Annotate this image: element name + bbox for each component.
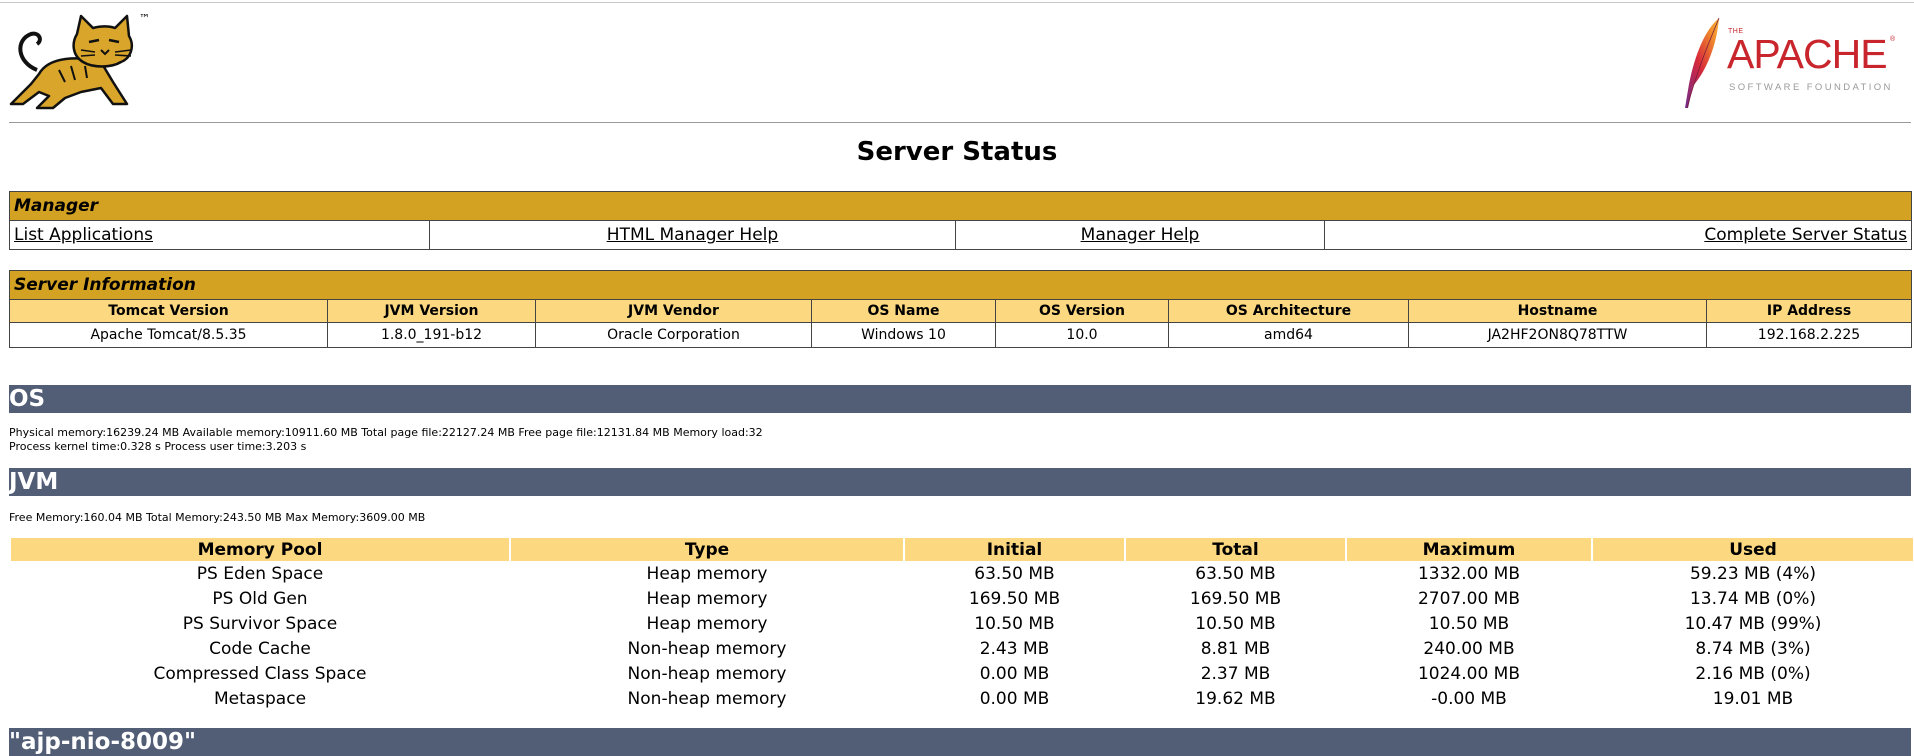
column-header: Memory Pool (11, 538, 509, 561)
memory-type: Heap memory (646, 613, 768, 634)
table-row: PS Eden Space Heap memory 63.50 MB 63.50… (11, 561, 1913, 586)
jvm-version-value: 1.8.0_191-b12 (327, 322, 536, 348)
column-header: OS Version (995, 299, 1169, 323)
total-value: 10.50 MB (1195, 613, 1276, 634)
initial-value: 0.00 MB (979, 663, 1050, 684)
maximum-value: 1332.00 MB (1417, 563, 1521, 584)
jvm-vendor-value: Oracle Corporation (535, 322, 812, 348)
os-architecture-value: amd64 (1168, 322, 1409, 348)
memory-pool-name: Compressed Class Space (153, 663, 367, 684)
maximum-value: -0.00 MB (1431, 688, 1507, 709)
server-information-header-row: Tomcat Version JVM Version JVM Vendor OS… (9, 299, 1913, 323)
list-applications-cell: List Applications (9, 220, 430, 250)
table-row: PS Old Gen Heap memory 169.50 MB 169.50 … (11, 586, 1913, 611)
jvm-section-heading: JVM (9, 468, 1911, 496)
manager-table: Manager List Applications HTML Manager H… (8, 191, 1913, 250)
memory-type: Non-heap memory (627, 688, 787, 709)
os-section-heading: OS (9, 385, 1911, 413)
table-row: PS Survivor Space Heap memory 10.50 MB 1… (11, 611, 1913, 636)
manager-help-cell: Manager Help (955, 220, 1325, 250)
complete-server-status-link[interactable]: Complete Server Status (1704, 225, 1907, 245)
memory-type: Non-heap memory (627, 638, 787, 659)
memory-pool-table: Memory Pool Type Initial Total Maximum U… (9, 538, 1914, 711)
tomcat-version-value: Apache Tomcat/8.5.35 (9, 322, 328, 348)
apache-subtitle: SOFTWARE FOUNDATION (1729, 82, 1893, 93)
total-value: 169.50 MB (1189, 588, 1282, 609)
column-header: IP Address (1705, 299, 1913, 323)
html-manager-help-link[interactable]: HTML Manager Help (607, 225, 778, 245)
apache-registered-mark: ® (1890, 36, 1896, 43)
total-value: 63.50 MB (1195, 563, 1276, 584)
memory-type: Heap memory (646, 563, 768, 584)
column-header: OS Architecture (1168, 299, 1409, 323)
header-divider (9, 122, 1911, 123)
column-header: Maximum (1347, 538, 1591, 561)
used-value: 10.47 MB (99%) (1684, 613, 1822, 634)
list-applications-link[interactable]: List Applications (14, 225, 153, 245)
memory-pool-header-row: Memory Pool Type Initial Total Maximum U… (11, 538, 1913, 561)
tomcat-cat-icon (9, 14, 133, 110)
memory-type: Heap memory (646, 588, 768, 609)
used-value: 59.23 MB (4%) (1689, 563, 1817, 584)
used-value: 8.74 MB (3%) (1695, 638, 1811, 659)
memory-pool-name: PS Old Gen (212, 588, 308, 609)
top-divider (0, 2, 1914, 3)
server-information-table: Server Information Tomcat Version JVM Ve… (8, 270, 1913, 348)
hostname-value: JA2HF2ON8Q78TTW (1408, 322, 1707, 348)
column-header: JVM Version (327, 299, 536, 323)
apache-feather-icon (1685, 17, 1720, 109)
complete-server-status-cell: Complete Server Status (1323, 220, 1913, 250)
server-information-title: Server Information (8, 270, 1913, 300)
manager-help-link[interactable]: Manager Help (1081, 225, 1200, 245)
initial-value: 63.50 MB (974, 563, 1055, 584)
tomcat-trademark: ™ (139, 12, 150, 25)
used-value: 13.74 MB (0%) (1689, 588, 1817, 609)
initial-value: 0.00 MB (979, 688, 1050, 709)
os-version-value: 10.0 (995, 322, 1169, 348)
table-row: Compressed Class Space Non-heap memory 0… (11, 661, 1913, 686)
column-header: Type (511, 538, 903, 561)
server-information-value-row: Apache Tomcat/8.5.35 1.8.0_191-b12 Oracl… (9, 322, 1913, 348)
server-status-page: ™ THE APACHE ® SOFTWARE FOUNDATION Serve… (0, 0, 1914, 756)
column-header: OS Name (811, 299, 996, 323)
column-header: Hostname (1408, 299, 1707, 323)
column-header: Tomcat Version (9, 299, 328, 323)
os-memory-info: Physical memory:16239.24 MB Available me… (9, 426, 763, 439)
apache-logo[interactable]: THE APACHE ® SOFTWARE FOUNDATION (1677, 14, 1897, 114)
jvm-memory-summary: Free Memory:160.04 MB Total Memory:243.5… (9, 511, 426, 524)
total-value: 2.37 MB (1200, 663, 1271, 684)
page-header: ™ THE APACHE ® SOFTWARE FOUNDATION (9, 12, 1911, 122)
memory-type: Non-heap memory (627, 663, 787, 684)
initial-value: 10.50 MB (974, 613, 1055, 634)
connector-section-heading: "ajp-nio-8009" (9, 728, 1911, 756)
tomcat-logo[interactable]: ™ (9, 12, 159, 112)
initial-value: 2.43 MB (979, 638, 1050, 659)
table-row: Code Cache Non-heap memory 2.43 MB 8.81 … (11, 636, 1913, 661)
html-manager-help-cell: HTML Manager Help (429, 220, 956, 250)
total-value: 19.62 MB (1195, 688, 1276, 709)
apache-wordmark: APACHE (1727, 31, 1888, 77)
ip-address-value: 192.168.2.225 (1705, 322, 1913, 348)
maximum-value: 2707.00 MB (1417, 588, 1521, 609)
column-header: Initial (905, 538, 1124, 561)
manager-title: Manager (8, 191, 1913, 221)
column-header: Used (1593, 538, 1913, 561)
page-title: Server Status (856, 137, 1058, 167)
initial-value: 169.50 MB (968, 588, 1061, 609)
maximum-value: 240.00 MB (1423, 638, 1515, 659)
memory-pool-name: PS Survivor Space (182, 613, 338, 634)
used-value: 2.16 MB (0%) (1695, 663, 1811, 684)
used-value: 19.01 MB (1712, 688, 1794, 709)
column-header: Total (1126, 538, 1345, 561)
memory-pool-name: Metaspace (213, 688, 307, 709)
maximum-value: 1024.00 MB (1417, 663, 1521, 684)
os-process-time-info: Process kernel time:0.328 s Process user… (9, 440, 307, 453)
os-name-value: Windows 10 (811, 322, 996, 348)
table-row: Metaspace Non-heap memory 0.00 MB 19.62 … (11, 686, 1913, 711)
column-header: JVM Vendor (535, 299, 812, 323)
memory-pool-name: Code Cache (209, 638, 311, 659)
total-value: 8.81 MB (1200, 638, 1271, 659)
memory-pool-name: PS Eden Space (196, 563, 324, 584)
maximum-value: 10.50 MB (1428, 613, 1510, 634)
